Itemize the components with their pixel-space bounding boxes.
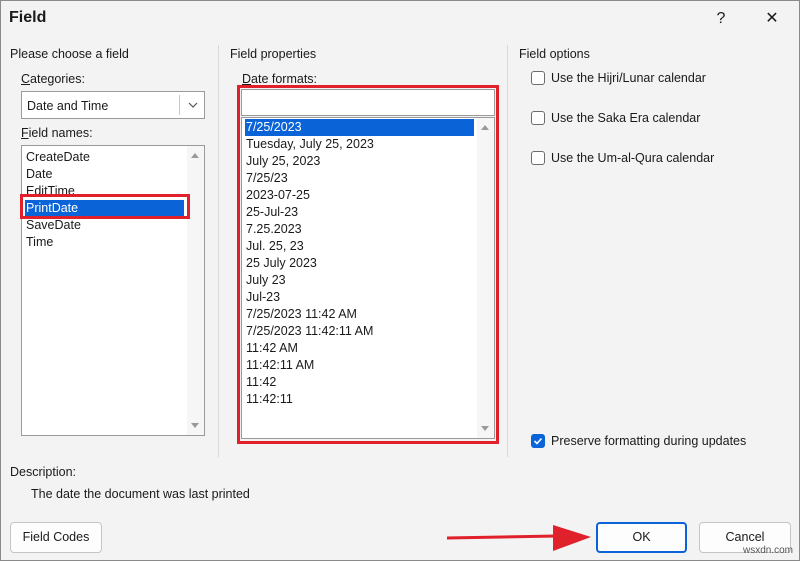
field-codes-button[interactable]: Field Codes xyxy=(10,522,102,553)
date-format-item[interactable]: 7/25/23 xyxy=(245,170,474,187)
date-format-item[interactable]: 7.25.2023 xyxy=(245,221,474,238)
checkmark-icon xyxy=(533,437,543,445)
field-names-scrollbar[interactable] xyxy=(187,146,204,435)
scroll-down-icon[interactable] xyxy=(191,423,199,428)
field-name-item[interactable]: PrintDate xyxy=(25,200,184,217)
saka-label: Use the Saka Era calendar xyxy=(551,111,701,125)
field-properties-header: Field properties xyxy=(230,47,317,61)
date-format-item[interactable]: 25 July 2023 xyxy=(245,255,474,272)
field-name-item[interactable]: Time xyxy=(25,234,184,251)
date-format-item[interactable]: 11:42 AM xyxy=(245,340,474,357)
field-dialog: Field ? ✕ Please choose a field Categori… xyxy=(0,0,800,561)
categories-label: Categories: xyxy=(21,72,85,86)
preserve-checkbox[interactable] xyxy=(531,434,545,448)
date-format-item[interactable]: Jul-23 xyxy=(245,289,474,306)
option-saka[interactable]: Use the Saka Era calendar xyxy=(531,111,700,125)
ok-button[interactable]: OK xyxy=(596,522,687,553)
red-arrow-icon xyxy=(446,525,591,551)
date-format-item[interactable]: 11:42:11 xyxy=(245,391,474,408)
description-label: Description: xyxy=(10,465,76,479)
date-format-item[interactable]: Jul. 25, 23 xyxy=(245,238,474,255)
date-format-item[interactable]: 25-Jul-23 xyxy=(245,204,474,221)
scroll-up-icon[interactable] xyxy=(191,153,199,158)
preserve-label: Preserve formatting during updates xyxy=(551,434,747,448)
date-formats-label: Date formats: xyxy=(242,72,318,86)
date-format-item[interactable]: Tuesday, July 25, 2023 xyxy=(245,136,474,153)
option-hijri[interactable]: Use the Hijri/Lunar calendar xyxy=(531,71,706,85)
option-preserve-formatting[interactable]: Preserve formatting during updates xyxy=(531,434,746,448)
hijri-label: Use the Hijri/Lunar calendar xyxy=(551,71,706,85)
date-format-item[interactable]: 7/25/2023 xyxy=(245,119,474,136)
close-button[interactable]: ✕ xyxy=(759,7,785,31)
umalqura-checkbox[interactable] xyxy=(531,151,545,165)
dialog-title: Field xyxy=(9,9,47,26)
field-name-item[interactable]: EditTime xyxy=(25,183,184,200)
field-name-item[interactable]: SaveDate xyxy=(25,217,184,234)
date-format-item[interactable]: July 23 xyxy=(245,272,474,289)
field-name-item[interactable]: Date xyxy=(25,166,184,183)
saka-checkbox[interactable] xyxy=(531,111,545,125)
watermark: wsxdn.com xyxy=(742,545,793,556)
date-format-item[interactable]: 7/25/2023 11:42 AM xyxy=(245,306,474,323)
title-bar: Field ? ✕ xyxy=(1,1,799,39)
scroll-up-icon[interactable] xyxy=(481,125,489,130)
umalqura-label: Use the Um-al-Qura calendar xyxy=(551,151,715,165)
categories-dropdown[interactable]: Date and Time xyxy=(21,91,205,119)
hijri-checkbox[interactable] xyxy=(531,71,545,85)
date-format-item[interactable]: 2023-07-25 xyxy=(245,187,474,204)
date-formats-list[interactable]: 7/25/2023 Tuesday, July 25, 2023 July 25, … xyxy=(241,117,495,439)
field-name-item[interactable]: CreateDate xyxy=(25,149,184,166)
date-format-item[interactable]: 11:42 xyxy=(245,374,474,391)
chevron-down-icon xyxy=(188,102,198,108)
date-format-input[interactable] xyxy=(241,89,495,116)
choose-field-header: Please choose a field xyxy=(10,47,129,61)
date-format-item[interactable]: 11:42:11 AM xyxy=(245,357,474,374)
field-options-header: Field options xyxy=(519,47,590,61)
scroll-down-icon[interactable] xyxy=(481,426,489,431)
help-button[interactable]: ? xyxy=(708,7,734,31)
field-names-list[interactable]: CreateDate Date EditTime PrintDate SaveDate T… xyxy=(21,145,205,436)
date-formats-scrollbar[interactable] xyxy=(477,118,494,438)
option-umalqura[interactable]: Use the Um-al-Qura calendar xyxy=(531,151,714,165)
date-format-item[interactable]: 7/25/2023 11:42:11 AM xyxy=(245,323,474,340)
description-text: The date the document was last printed xyxy=(31,487,250,501)
field-names-label: Field names: xyxy=(21,126,93,140)
date-format-item[interactable]: July 25, 2023 xyxy=(245,153,474,170)
categories-value: Date and Time xyxy=(27,99,109,113)
